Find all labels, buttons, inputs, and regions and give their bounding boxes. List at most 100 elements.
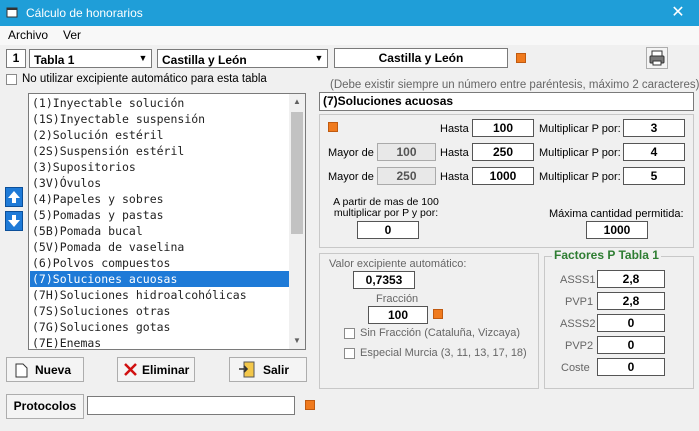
list-item[interactable]: (2S)Suspensión estéril	[32, 143, 184, 159]
especial-murcia-checkbox[interactable]	[344, 348, 355, 359]
maxima-label: Máxima cantidad permitida:	[549, 208, 684, 220]
app-icon	[6, 7, 18, 18]
no-excipient-label: No utilizar excipiente automático para e…	[22, 73, 267, 85]
protocolos-button[interactable]: Protocolos	[6, 394, 84, 419]
hasta-label: Hasta	[440, 171, 469, 183]
list-item-selected[interactable]: (7)Soluciones acuosas	[30, 271, 292, 287]
protocolos-color-swatch[interactable]	[305, 400, 315, 410]
exit-door-icon	[239, 361, 255, 378]
title-bar: Cálculo de honorarios ✕	[0, 0, 699, 26]
a-partir-input[interactable]: 0	[357, 221, 419, 239]
fraccion-color-swatch[interactable]	[433, 309, 443, 319]
salir-button[interactable]: Salir	[229, 357, 307, 382]
delete-icon	[124, 363, 137, 376]
factor-label: PVP1	[565, 296, 594, 308]
scroll-up-arrow-icon[interactable]: ▲	[289, 94, 305, 110]
factor-label: Coste	[561, 362, 590, 374]
list-item[interactable]: (7H)Soluciones hidroalcohólicas	[32, 287, 247, 303]
arrow-down-icon	[8, 215, 20, 227]
multiplicar-label: Multiplicar P por:	[539, 171, 621, 183]
move-down-button[interactable]	[5, 211, 23, 231]
list-item[interactable]: (3)Supositorios	[32, 159, 136, 175]
close-button[interactable]: ✕	[668, 3, 688, 23]
region-select-value: Castilla y León	[162, 53, 247, 67]
table-select-value: Tabla 1	[34, 53, 75, 67]
maxima-input[interactable]: 1000	[586, 221, 648, 239]
hasta-3-input[interactable]: 1000	[472, 167, 534, 185]
protocolos-input[interactable]	[87, 396, 295, 415]
hint-text: (Debe existir siempre un número entre pa…	[330, 79, 699, 91]
table-select[interactable]: Tabla 1 ▼	[29, 49, 152, 68]
excipiente-panel	[319, 253, 539, 389]
factor-asss1-input[interactable]: 2,8	[597, 270, 665, 288]
sin-fraccion-label: Sin Fracción (Cataluña, Vizcaya)	[360, 327, 520, 339]
mult-1-input[interactable]: 3	[623, 119, 685, 137]
multiplicar-label: Multiplicar P por:	[539, 123, 621, 135]
fraccion-label: Fracción	[376, 293, 419, 305]
hasta-label: Hasta	[440, 147, 469, 159]
list-item[interactable]: (7S)Soluciones otras	[32, 303, 170, 319]
excipiente-label: Valor excipiente automático:	[329, 258, 467, 270]
factor-label: ASSS1	[560, 274, 596, 286]
factor-coste-input[interactable]: 0	[597, 358, 665, 376]
factor-label: PVP2	[565, 340, 594, 352]
nueva-button[interactable]: Nueva	[6, 357, 84, 382]
factor-label: ASSS2	[560, 318, 596, 330]
factor-pvp1-input[interactable]: 2,8	[597, 292, 665, 310]
list-item[interactable]: (5)Pomadas y pastas	[32, 207, 164, 223]
mayor-label: Mayor de	[328, 147, 374, 159]
list-item[interactable]: (5V)Pomada de vaselina	[32, 239, 184, 255]
move-up-button[interactable]	[5, 187, 23, 207]
list-item[interactable]: (6)Polvos compuestos	[32, 255, 170, 271]
table-name-input[interactable]: (7)Soluciones acuosas	[319, 92, 694, 111]
new-document-icon	[15, 363, 28, 378]
sin-fraccion-checkbox[interactable]	[344, 328, 355, 339]
print-button[interactable]	[646, 47, 668, 69]
region-select[interactable]: Castilla y León ▼	[157, 49, 328, 68]
fraccion-input[interactable]: 100	[368, 306, 428, 324]
factores-title: Factores P Tabla 1	[552, 248, 661, 262]
list-item[interactable]: (4)Papeles y sobres	[32, 191, 164, 207]
nueva-label: Nueva	[35, 363, 72, 377]
factor-asss2-input[interactable]: 0	[597, 314, 665, 332]
mayor-3-value: 250	[377, 167, 436, 185]
region-color-swatch[interactable]	[516, 53, 526, 63]
hasta-2-input[interactable]: 250	[472, 143, 534, 161]
eliminar-label: Eliminar	[142, 363, 190, 377]
table-number: 1	[6, 49, 26, 68]
list-scrollbar[interactable]: ▲ ▼	[289, 94, 305, 349]
menu-bar: Archivo Ver	[0, 26, 699, 45]
list-item[interactable]: (7E)Enemas	[32, 335, 101, 349]
eliminar-button[interactable]: Eliminar	[117, 357, 195, 382]
factor-pvp2-input[interactable]: 0	[597, 336, 665, 354]
scroll-down-arrow-icon[interactable]: ▼	[289, 333, 305, 349]
mayor-label: Mayor de	[328, 171, 374, 183]
chevron-down-icon[interactable]: ▼	[135, 50, 151, 67]
window-title: Cálculo de honorarios	[26, 6, 143, 20]
list-item[interactable]: (2)Solución estéril	[32, 127, 164, 143]
mult-3-input[interactable]: 5	[623, 167, 685, 185]
salir-label: Salir	[263, 363, 290, 377]
list-item[interactable]: (1S)Inyectable suspensión	[32, 111, 205, 127]
arrow-up-icon	[8, 191, 20, 203]
no-excipient-checkbox[interactable]	[6, 74, 17, 85]
printer-icon	[649, 50, 665, 66]
list-item[interactable]: (5B)Pomada bucal	[32, 223, 143, 239]
preparation-list[interactable]: (1)Inyectable solución (1S)Inyectable su…	[28, 93, 306, 350]
ranges-color-swatch[interactable]	[328, 122, 338, 132]
chevron-down-icon[interactable]: ▼	[311, 50, 327, 67]
menu-ver[interactable]: Ver	[63, 28, 81, 42]
a-partir-label: A partir de mas de 100 multiplicar por P…	[333, 196, 439, 219]
region-display: Castilla y León	[334, 48, 508, 68]
hasta-1-input[interactable]: 100	[472, 119, 534, 137]
list-item[interactable]: (1)Inyectable solución	[32, 95, 184, 111]
scrollbar-thumb[interactable]	[291, 112, 303, 234]
mayor-2-value: 100	[377, 143, 436, 161]
especial-murcia-label: Especial Murcia (3, 11, 13, 17, 18)	[360, 347, 527, 359]
multiplicar-label: Multiplicar P por:	[539, 147, 621, 159]
list-item[interactable]: (3V)Óvulos	[32, 175, 101, 191]
menu-archivo[interactable]: Archivo	[8, 28, 48, 42]
mult-2-input[interactable]: 4	[623, 143, 685, 161]
excipiente-value: 0,7353	[353, 271, 415, 289]
list-item[interactable]: (7G)Soluciones gotas	[32, 319, 170, 335]
